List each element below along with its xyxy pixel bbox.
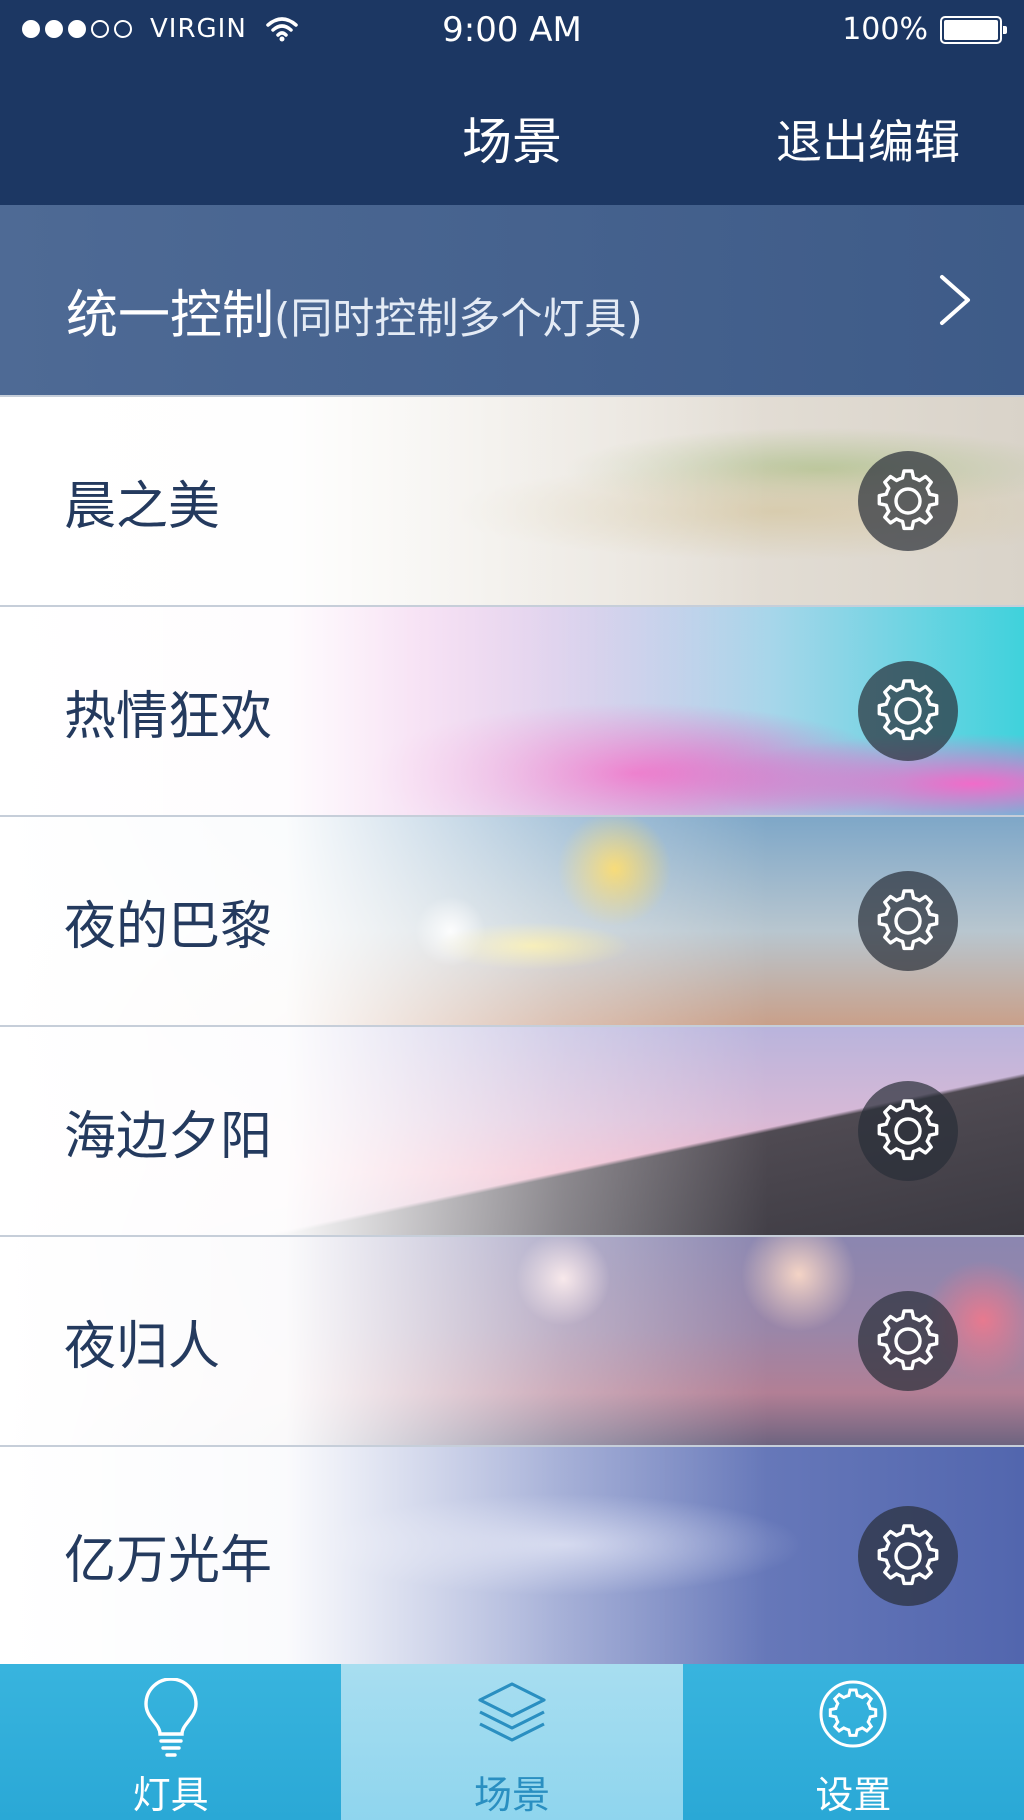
scene-row[interactable]: 亿万光年 xyxy=(0,1445,1024,1664)
scene-row[interactable]: 晨之美 xyxy=(0,395,1024,605)
scene-row[interactable]: 夜归人 xyxy=(0,1235,1024,1445)
status-bar: VIRGIN 9:00 AM 100% xyxy=(0,0,1024,62)
gear-icon[interactable] xyxy=(858,871,958,971)
scene-name: 热情狂欢 xyxy=(64,686,273,747)
tab-lights[interactable]: 灯具 xyxy=(0,1664,342,1820)
tab-label: 场景 xyxy=(473,1773,550,1817)
gear-icon[interactable] xyxy=(858,1291,958,1391)
status-right: 100% xyxy=(842,12,1007,47)
nav-bar: 场景 退出编辑 xyxy=(0,62,1024,205)
scene-row[interactable]: 海边夕阳 xyxy=(0,1025,1024,1235)
tab-label: 灯具 xyxy=(132,1773,209,1817)
bulb-icon xyxy=(0,1678,341,1758)
unified-control-row[interactable]: 统一控制(同时控制多个灯具) xyxy=(0,205,1024,395)
battery-percent: 100% xyxy=(842,12,928,47)
tab-scenes[interactable]: 场景 xyxy=(341,1664,683,1820)
gear-icon[interactable] xyxy=(858,451,958,551)
scene-name: 晨之美 xyxy=(64,476,221,537)
tab-label: 设置 xyxy=(815,1773,892,1817)
scene-row[interactable]: 夜的巴黎 xyxy=(0,815,1024,1025)
scene-name: 夜的巴黎 xyxy=(64,896,273,957)
scene-name: 亿万光年 xyxy=(64,1531,273,1591)
gear-icon[interactable] xyxy=(858,1505,958,1606)
unified-control-title: 统一控制 xyxy=(66,286,275,346)
tab-settings[interactable]: 设置 xyxy=(682,1664,1024,1820)
battery-icon xyxy=(940,15,1007,44)
settings-icon xyxy=(683,1678,1024,1750)
scene-name: 海边夕阳 xyxy=(64,1106,273,1167)
unified-control-text: 统一控制(同时控制多个灯具) xyxy=(66,273,643,348)
gear-icon[interactable] xyxy=(858,1081,958,1181)
gear-icon[interactable] xyxy=(858,661,958,761)
scene-row[interactable]: 热情狂欢 xyxy=(0,605,1024,815)
tab-bar: 灯具 场景 设置 xyxy=(0,1664,1024,1820)
exit-edit-button[interactable]: 退出编辑 xyxy=(776,106,960,172)
layers-icon xyxy=(341,1678,682,1748)
unified-control-subtitle: (同时控制多个灯具) xyxy=(274,294,643,343)
scene-name: 夜归人 xyxy=(64,1316,221,1377)
chevron-right-icon xyxy=(938,273,972,331)
